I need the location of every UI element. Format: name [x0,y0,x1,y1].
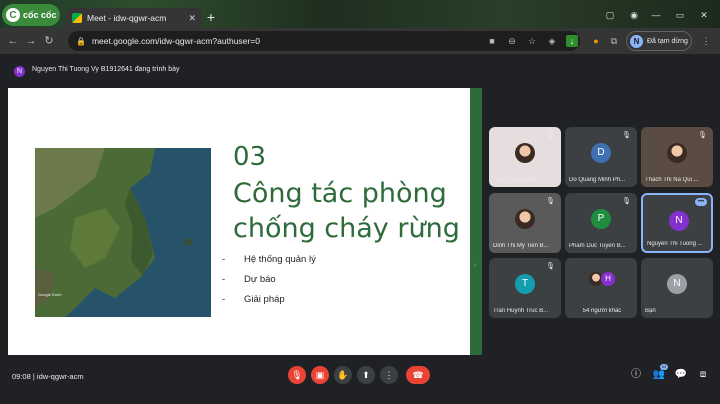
meeting-time-and-code: 09:08 | idw-qgwr-acm [12,372,84,381]
bookmark-star-icon[interactable]: ☆ [526,35,538,47]
browser-tab-meet[interactable]: Meet - idw-qgwr-acm ✕ [66,8,202,28]
download-icon[interactable]: ↓ [566,35,578,47]
close-window-icon[interactable]: ✕ [698,10,710,20]
presenter-text: Nguyen Thi Tuong Vy B1912641 đang trình … [32,66,180,73]
participant-photo [515,209,535,229]
profile-chip[interactable]: N Đã tạm dừng [626,31,692,51]
profile-status: Đã tạm dừng [647,37,688,45]
participant-tile[interactable]: N Bạn [641,258,713,318]
participant-tile[interactable]: P Pham Duc Tuyen B... 🎙 [565,193,637,253]
extension-icon[interactable]: ⧉ [608,35,620,47]
forward-icon[interactable]: → [24,34,38,48]
participant-photo [515,143,535,163]
browser-toolbar: ← → ↻ 🔒 meet.google.com/idw-qgwr-acm?aut… [0,28,720,54]
tab-close-icon[interactable]: ✕ [188,13,196,24]
participant-name: Tran Thi Kim Hon... [493,177,545,183]
url-text: meet.google.com/idw-qgwr-acm?authuser=0 [91,36,260,46]
slide-bullet-list: - Hệ thống quản lý - Dự báo - Giải pháp [222,254,316,314]
chat-icon[interactable]: 💬 [674,368,688,382]
shield-icon[interactable]: ◈ [546,35,558,47]
participant-name: Bạn [645,308,656,314]
presenter-banner: N Nguyen Thi Tuong Vy B1912641 đang trìn… [0,54,720,88]
new-tab-button[interactable]: + [204,10,218,24]
menu-icon[interactable]: ⋮ [700,35,712,47]
hand-icon: ✋ [337,370,349,380]
more-vert-icon: ⋮ [384,370,394,380]
slide-title: Công tác phòng chống cháy rừng [233,178,460,244]
tab-search-icon[interactable]: ▢ [604,10,616,20]
participant-avatar: H [601,272,615,286]
participant-tile[interactable]: N Nguyen Thi Tuong ... ••• [641,193,713,253]
mic-muted-icon: 🎙 [546,132,555,139]
people-count-badge: 63 [660,364,668,370]
participant-avatar: N [669,211,689,231]
profile-avatar: N [630,34,643,48]
raise-hand-button[interactable]: ✋ [334,366,352,384]
participant-tile[interactable]: Dinh Thi My Tien B... 🎙 [489,193,561,253]
camera-permission-icon[interactable]: ■ [486,35,498,47]
participant-name: Pham Duc Tuyen B... [569,243,626,249]
phone-hangup-icon: ☎ [412,370,424,380]
participant-avatar: N [667,274,687,294]
participant-name: Tran Huynh Truc B... [493,308,549,314]
address-bar[interactable]: 🔒 meet.google.com/idw-qgwr-acm?authuser=… [68,31,580,51]
slide-bullet: - Hệ thống quản lý [222,254,316,265]
slide-number: 03 [233,142,267,172]
coccoc-logo[interactable]: C cốc cốc [2,4,60,26]
zoom-icon[interactable]: ⊖ [506,35,518,47]
maximize-icon[interactable]: ▭ [674,10,686,20]
participant-name: Thach Thi Na Qui ... [645,177,699,183]
participant-tile[interactable]: D Do Quang Minh Ph... 🎙 [565,127,637,187]
slide-bullet: - Giải pháp [222,294,285,305]
minimize-icon[interactable]: — [650,10,662,20]
participant-name: Nguyen Thi Tuong ... [647,241,703,247]
participant-avatar: D [591,143,611,163]
activities-icon[interactable]: ⧈ [696,368,710,382]
mic-muted-icon: 🎙 [698,132,707,139]
presentation-slide: Google Earth 03 Công tác phòng chống chá… [8,88,482,355]
participant-name: Dinh Thi My Tien B... [493,243,549,249]
participant-tile[interactable]: Tran Thi Kim Hon... 🎙 [489,127,561,187]
present-button[interactable]: ⬆ [357,366,375,384]
present-icon: ⬆ [362,370,370,380]
meet-favicon-icon [72,13,82,23]
meeting-controls-bar: 09:08 | idw-qgwr-acm 🎙 ▣ ✋ ⬆ ⋮ ☎ ⓘ 👥 63 … [0,362,720,404]
map-credit: Google Earth [38,292,62,297]
reload-icon[interactable]: ↻ [42,34,56,48]
participant-avatar: P [591,209,611,229]
participant-avatar: T [515,274,535,294]
participant-tile[interactable]: Thach Thi Na Qui ... 🎙 [641,127,713,187]
participant-name: Do Quang Minh Ph... [569,177,626,183]
satellite-map-image: Google Earth [35,148,211,317]
slide-accent-bar [470,88,482,355]
logo-text: cốc cốc [23,10,57,20]
participant-tile[interactable]: H 54 người khác [565,258,637,318]
participant-photo [667,143,687,163]
people-icon[interactable]: 👥 [652,368,666,382]
mic-muted-icon: 🎙 [622,132,631,139]
meeting-info-icon[interactable]: ⓘ [629,368,643,382]
leave-call-button[interactable]: ☎ [406,366,430,384]
more-options-icon[interactable]: ••• [695,198,707,206]
lock-icon: 🔒 [76,36,86,46]
slide-bullet: - Dự báo [222,274,276,285]
resize-handle-icon[interactable]: › [474,262,476,269]
participant-tile[interactable]: T Tran Huynh Truc B... 🎙 [489,258,561,318]
profile-icon[interactable]: ◉ [628,10,640,20]
participant-name: 54 người khác [582,308,622,314]
more-options-button[interactable]: ⋮ [380,366,398,384]
extension-orange-icon[interactable]: ● [590,35,602,47]
camera-off-icon: ▣ [315,370,325,380]
coccoc-logo-icon: C [6,8,20,22]
mic-muted-icon: 🎙 [622,198,631,205]
presenter-avatar: N [14,66,25,77]
browser-tabstrip: C cốc cốc Meet - idw-qgwr-acm ✕ + ▢ ◉ — … [0,0,720,28]
mic-muted-icon: 🎙 [546,263,555,270]
back-icon[interactable]: ← [6,34,20,48]
mic-off-icon: 🎙 [291,370,303,380]
mic-muted-icon: 🎙 [546,198,555,205]
camera-off-button[interactable]: ▣ [311,366,329,384]
tab-title: Meet - idw-qgwr-acm [87,13,167,23]
mic-off-button[interactable]: 🎙 [288,366,306,384]
